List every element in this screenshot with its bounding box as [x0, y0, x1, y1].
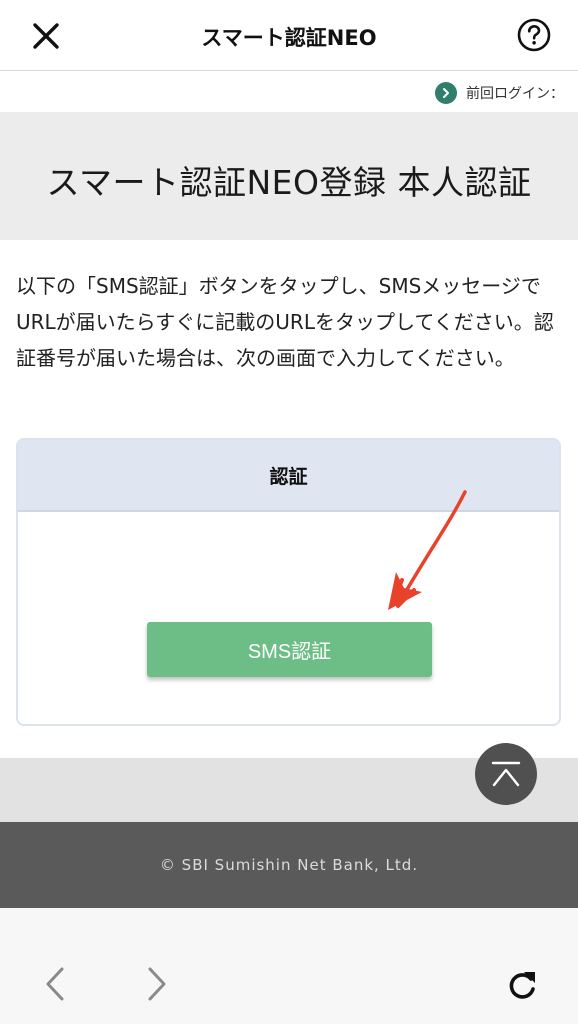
question-circle-icon — [517, 18, 551, 52]
header-title: スマート認証NEO — [201, 26, 377, 50]
reload-icon — [509, 972, 535, 999]
browser-back-button[interactable] — [40, 963, 70, 1005]
browser-forward-button[interactable] — [142, 963, 172, 1005]
page-title-band: スマート認証NEO登録 本人認証 — [0, 112, 578, 240]
instruction-text: 以下の「SMS認証」ボタンをタップし、SMSメッセージでURLが届いたらすぐに記… — [16, 274, 554, 370]
help-button[interactable] — [516, 17, 552, 53]
copyright-text: © SBI Sumishin Net Bank, Ltd. — [159, 856, 419, 874]
chevron-right-circle-icon — [435, 82, 457, 104]
browser-toolbar — [0, 908, 578, 1024]
browser-reload-button[interactable] — [504, 968, 540, 1004]
chevron-up-icon — [491, 761, 521, 787]
sms-auth-button[interactable]: SMS認証 — [147, 622, 432, 677]
last-login[interactable]: 前回ログイン： — [435, 81, 564, 105]
page-title: スマート認証NEO登録 本人認証 — [46, 163, 532, 202]
annotation-arrow — [388, 490, 467, 610]
app-header: スマート認証NEO — [0, 0, 578, 71]
footer: © SBI Sumishin Net Bank, Ltd. — [0, 822, 578, 908]
chevron-right-icon — [148, 967, 166, 1001]
last-login-label: 前回ログイン： — [466, 86, 564, 102]
scroll-to-top-button[interactable] — [475, 743, 537, 805]
chevron-left-icon — [46, 967, 64, 1001]
